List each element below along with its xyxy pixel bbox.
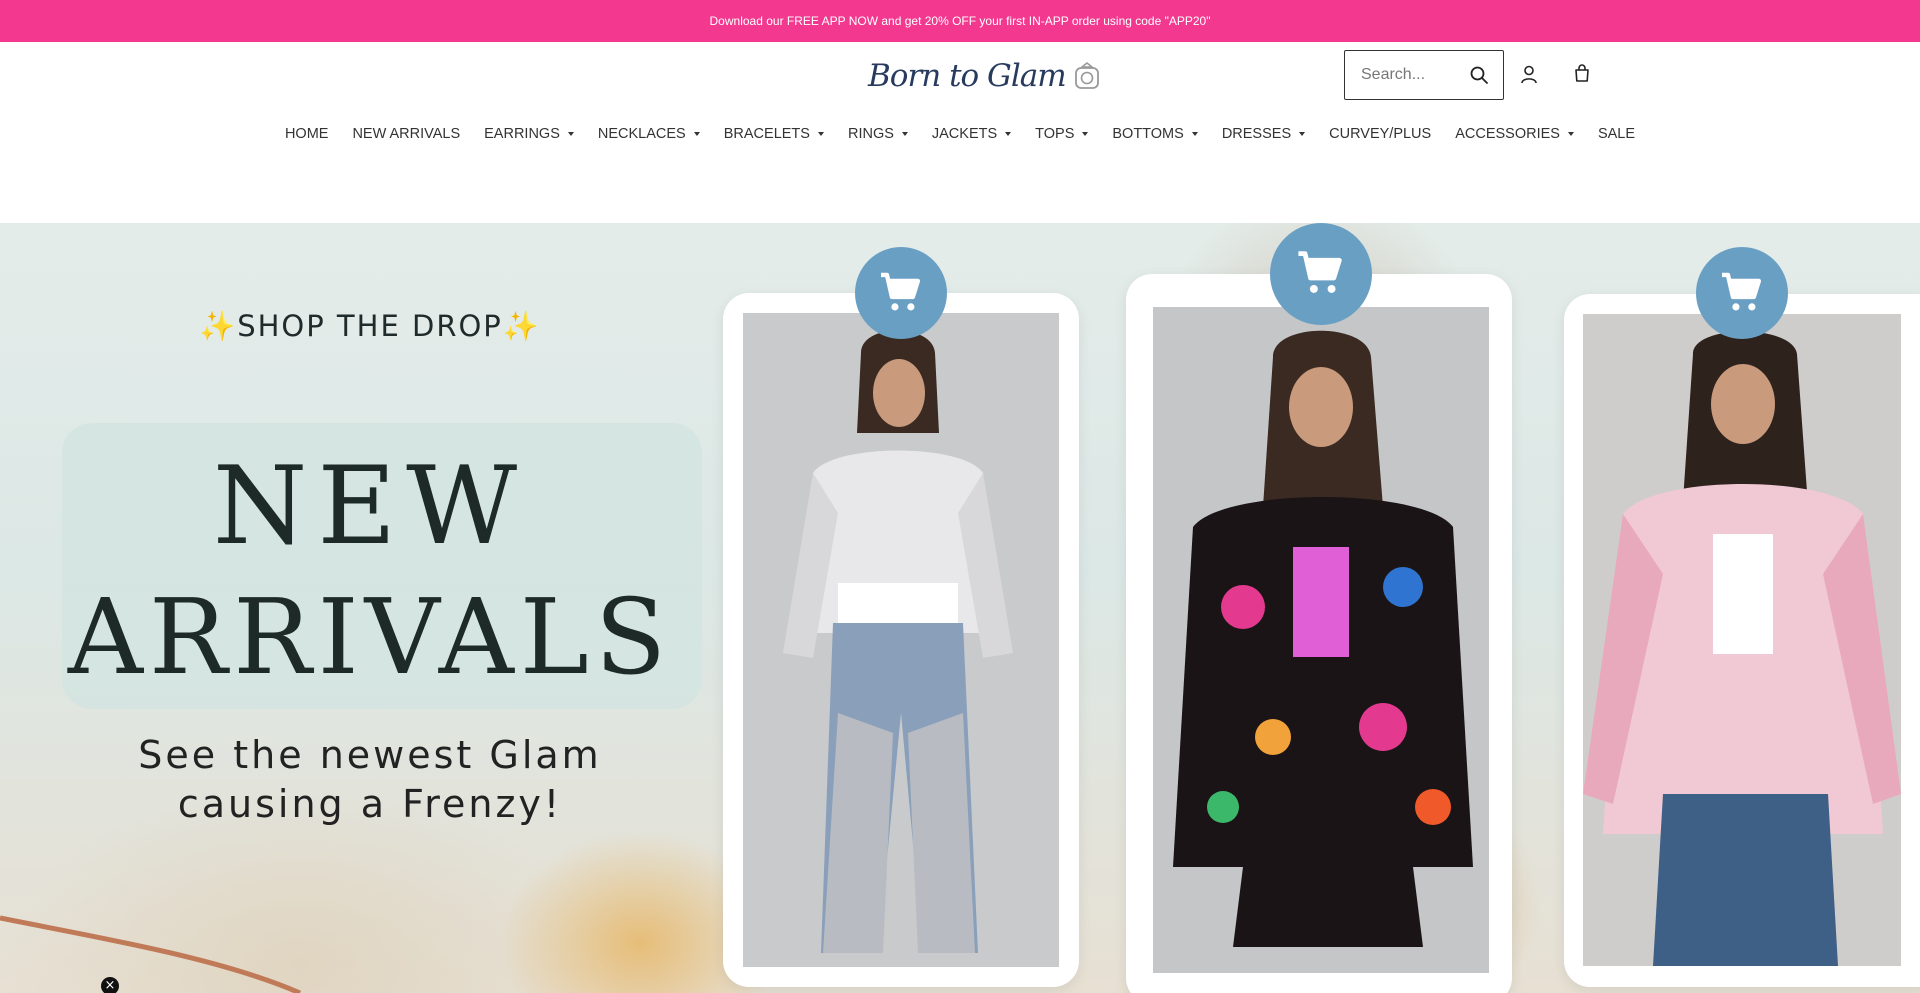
- ring-icon: [1074, 62, 1099, 89]
- hero-subtitle: See the newest Glam causing a Frenzy!: [100, 731, 640, 829]
- model-image: [743, 313, 1059, 967]
- cart-button[interactable]: [1572, 63, 1592, 83]
- nav-item-necklaces[interactable]: NECKLACES: [598, 126, 700, 142]
- nav-item-accessories[interactable]: ACCESSORIES: [1455, 126, 1574, 142]
- search-input[interactable]: [1361, 66, 1469, 84]
- nav-item-sale[interactable]: SALE: [1598, 126, 1635, 142]
- hero-title-line1: NEW: [212, 444, 528, 569]
- nav-label: TOPS: [1035, 126, 1075, 142]
- nav-item-earrings[interactable]: EARRINGS: [484, 126, 574, 142]
- nav-label: JACKETS: [931, 126, 998, 142]
- nav-label: NEW ARRIVALS: [352, 126, 461, 142]
- nav-label: SALE: [1597, 126, 1636, 142]
- nav-label: ACCESSORIES: [1455, 126, 1560, 142]
- search-box[interactable]: [1344, 50, 1504, 100]
- nav-item-home[interactable]: HOME: [285, 126, 329, 142]
- search-icon[interactable]: [1469, 65, 1489, 85]
- chevron-down-icon: [901, 132, 908, 136]
- announcement-bar: Download our FREE APP NOW and get 20% OF…: [0, 0, 1920, 42]
- product-photo-1: [743, 313, 1059, 967]
- main-nav: HOME NEW ARRIVALS EARRINGS NECKLACES BRA…: [0, 122, 1920, 146]
- product-card-2[interactable]: [1126, 274, 1512, 993]
- hero-subtitle-line1: See the newest Glam: [138, 733, 602, 777]
- shopping-cart-icon: [881, 272, 921, 311]
- chevron-down-icon: [1082, 132, 1089, 136]
- nav-label: NECKLACES: [597, 126, 686, 142]
- hero-eyebrow-text: SHOP THE DROP: [237, 309, 503, 343]
- chevron-down-icon: [1005, 132, 1012, 136]
- logo[interactable]: Born to Glam: [868, 54, 1102, 98]
- nav-item-new-arrivals[interactable]: NEW ARRIVALS: [352, 126, 460, 142]
- add-to-cart-button-1[interactable]: [855, 247, 947, 339]
- product-photo-3: [1583, 314, 1901, 966]
- sparkle-icon: ✨: [502, 309, 541, 343]
- nav-label: RINGS: [847, 126, 894, 142]
- nav-item-bottoms[interactable]: BOTTOMS: [1112, 126, 1198, 142]
- add-to-cart-button-2[interactable]: [1270, 223, 1372, 325]
- hero-title-line2: ARRIVALS: [67, 576, 673, 698]
- chevron-down-icon: [567, 132, 574, 136]
- logo-text: Born to Glam: [868, 58, 1067, 94]
- nav-item-rings[interactable]: RINGS: [848, 126, 908, 142]
- nav-label: EARRINGS: [484, 126, 560, 142]
- hero-banner[interactable]: ✨SHOP THE DROP✨ NEW ARRIVALS See the new…: [0, 223, 1920, 993]
- chevron-down-icon: [1299, 132, 1306, 136]
- nav-label: DRESSES: [1221, 126, 1292, 142]
- nav-label: BOTTOMS: [1112, 126, 1184, 142]
- product-photo-2: [1153, 307, 1489, 973]
- product-card-3[interactable]: [1564, 294, 1920, 987]
- hero-eyebrow: ✨SHOP THE DROP✨: [170, 309, 570, 344]
- chevron-down-icon: [693, 132, 700, 136]
- chevron-down-icon: [1191, 132, 1198, 136]
- add-to-cart-button-3[interactable]: [1696, 247, 1788, 339]
- nav-item-bracelets[interactable]: BRACELETS: [724, 126, 824, 142]
- close-icon[interactable]: ×: [101, 977, 119, 993]
- announcement-text: Download our FREE APP NOW and get 20% OF…: [709, 14, 1211, 28]
- nav-label: CURVEY/PLUS: [1329, 126, 1432, 142]
- shopping-cart-icon: [1722, 272, 1762, 311]
- chevron-down-icon: [1567, 132, 1574, 136]
- nav-item-tops[interactable]: TOPS: [1035, 126, 1089, 142]
- model-image: [1153, 307, 1489, 973]
- nav-item-jackets[interactable]: JACKETS: [931, 126, 1012, 142]
- decorative-swoosh: [0, 915, 302, 993]
- account-button[interactable]: [1519, 64, 1539, 84]
- nav-item-curvey-plus[interactable]: CURVEY/PLUS: [1329, 126, 1431, 142]
- account-icon: [1521, 65, 1537, 84]
- shopping-cart-icon: [1298, 251, 1343, 294]
- model-image: [1583, 314, 1901, 966]
- nav-label: HOME: [284, 126, 329, 142]
- chevron-down-icon: [817, 132, 824, 136]
- sparkle-icon: ✨: [199, 309, 238, 343]
- site-header: Born to Glam HOME NEW ARRIVALS EARRINGS …: [0, 42, 1920, 223]
- nav-item-dresses[interactable]: DRESSES: [1221, 126, 1306, 142]
- product-card-1[interactable]: [723, 293, 1079, 987]
- nav-label: BRACELETS: [723, 126, 810, 142]
- shopping-bag-icon: [1575, 64, 1589, 82]
- hero-subtitle-line2: causing a Frenzy!: [177, 782, 563, 826]
